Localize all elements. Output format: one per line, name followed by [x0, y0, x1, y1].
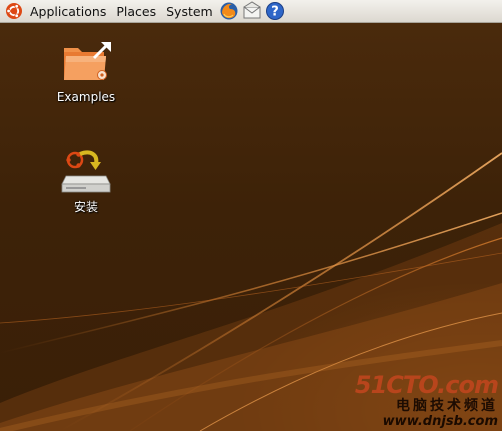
watermark-site: www.dnjsb.com — [382, 414, 498, 429]
desktop-icon-examples[interactable]: Examples — [53, 38, 119, 104]
ubuntu-logo-icon[interactable] — [3, 0, 25, 22]
desktop-icon-label: Examples — [56, 90, 116, 104]
menu-applications[interactable]: Applications — [25, 0, 111, 23]
watermark-brand: 51CTO.com — [354, 371, 499, 399]
svg-text:?: ? — [271, 5, 279, 20]
menu-system[interactable]: System — [161, 0, 218, 23]
watermark-subtitle: 电脑技术频道 — [396, 398, 498, 414]
watermark: 51CTO.com 电脑技术频道 www.dnjsb.com — [354, 371, 499, 429]
desktop-icon-label: 安装 — [73, 200, 98, 214]
desktop-icon-install[interactable]: 安装 — [53, 148, 119, 215]
install-drive-icon — [61, 150, 111, 193]
desktop[interactable]: Examples 安装 51CTO.com 电脑技术频道 www.dnjsb.c… — [0, 23, 502, 431]
examples-folder-icon — [64, 42, 111, 80]
menu-places[interactable]: Places — [111, 0, 161, 23]
mail-icon[interactable] — [242, 1, 263, 22]
help-icon[interactable]: ? — [265, 1, 286, 22]
top-panel: Applications Places System ? — [0, 0, 502, 23]
firefox-icon[interactable] — [219, 1, 240, 22]
